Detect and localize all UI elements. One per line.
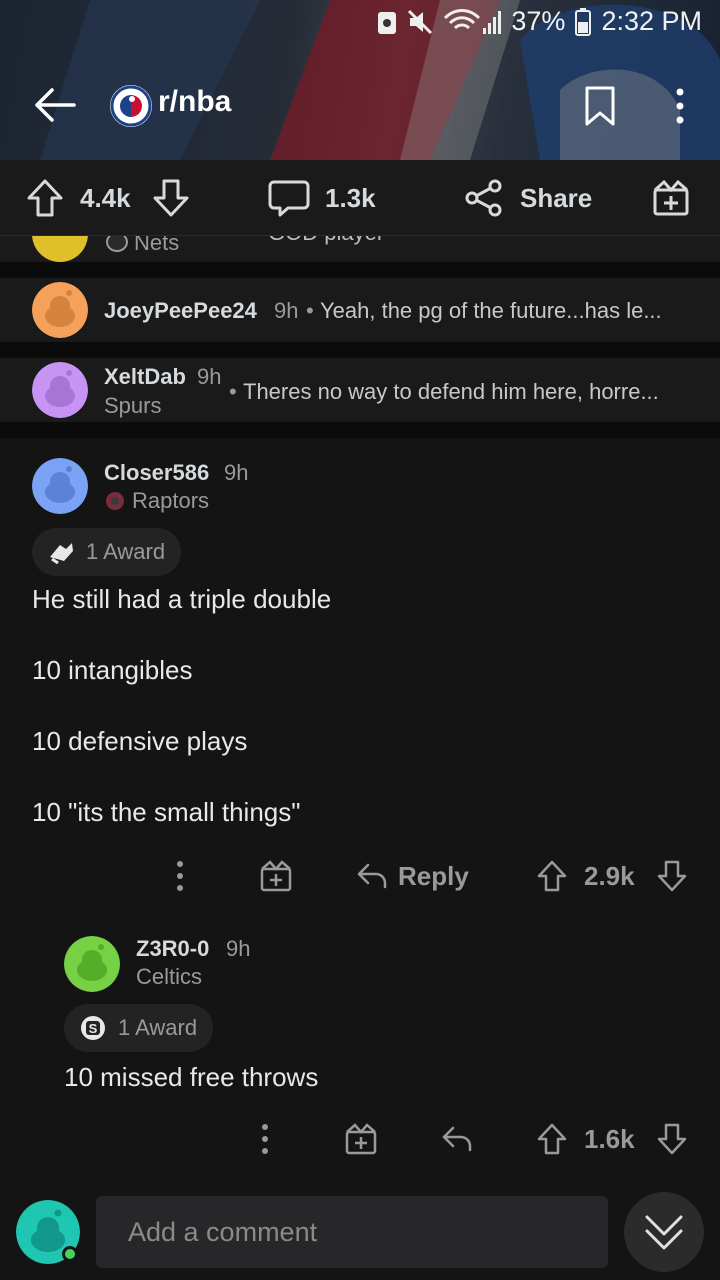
comment-snippet: Yeah, the pg of the future...has le...: [320, 298, 662, 323]
share-icon[interactable]: [464, 160, 504, 236]
comment-age: 9h: [274, 298, 299, 323]
downvote-icon[interactable]: [152, 160, 190, 236]
flair-text: Celtics: [136, 964, 203, 989]
comment-line: He still had a triple double: [32, 584, 332, 614]
separator-dot: •: [306, 298, 314, 323]
back-arrow-icon[interactable]: [30, 82, 80, 128]
wifi-signal-icon: [443, 8, 502, 36]
mute-icon: [407, 9, 433, 35]
award-count: 1 Award: [86, 539, 166, 564]
award-icon: S: [81, 1016, 105, 1040]
reply-label: Reply: [398, 860, 469, 891]
clock: 2:32 PM: [601, 6, 702, 36]
downvote-icon[interactable]: [656, 851, 688, 901]
avatar[interactable]: [32, 458, 88, 514]
scroll-next-button[interactable]: [624, 1192, 704, 1272]
award-icon: [50, 543, 73, 565]
username[interactable]: XeltDab: [104, 364, 186, 390]
battery-percent: 37%: [511, 6, 566, 36]
status-bar: 37% 2:32 PM: [377, 6, 702, 37]
more-icon[interactable]: [166, 851, 194, 901]
comment-input-placeholder: Add a comment: [128, 1216, 318, 1247]
downvote-icon[interactable]: [656, 1114, 688, 1164]
avatar: [32, 236, 88, 262]
username[interactable]: Closer586: [104, 460, 209, 486]
divider: [0, 342, 720, 358]
comment-composer: Add a comment: [0, 1186, 720, 1280]
share-button[interactable]: Share: [520, 160, 592, 236]
divider: [0, 262, 720, 278]
subreddit-icon[interactable]: [110, 85, 152, 127]
comment-input[interactable]: Add a comment: [96, 1196, 608, 1268]
partial-comment: Nets GOD player: [0, 236, 720, 262]
avatar[interactable]: [64, 936, 120, 992]
user-flair: Celtics: [136, 964, 202, 990]
user-flair: Raptors: [104, 488, 209, 514]
subreddit-name[interactable]: r/nba: [158, 85, 231, 119]
comment: Closer586 9h Raptors 1 Award He still ha…: [0, 438, 720, 924]
svg-text:S: S: [89, 1021, 98, 1036]
comment-reply: Z3R0-0 9h Celtics S 1 Award 10 missed fr…: [0, 924, 720, 1186]
gift-icon[interactable]: [260, 851, 292, 901]
chevron-down-icon: [645, 1215, 683, 1250]
comment-line: 10 "its the small things": [32, 797, 301, 827]
upvote-icon[interactable]: [536, 1114, 568, 1164]
comment-age: 9h: [226, 936, 251, 961]
comment-count[interactable]: 1.3k: [325, 160, 376, 236]
upvote-icon[interactable]: [26, 160, 64, 236]
separator-dot: •: [229, 379, 237, 404]
subreddit-header: 37% 2:32 PM r/nba: [0, 0, 720, 160]
notification-icon: [377, 9, 397, 35]
more-icon[interactable]: [665, 84, 695, 128]
comment-icon[interactable]: [268, 160, 310, 236]
username[interactable]: Z3R0-0: [136, 936, 209, 962]
battery-icon: [575, 7, 592, 36]
gift-icon[interactable]: [652, 160, 690, 236]
comment-actions: 1.6k: [0, 1114, 720, 1164]
reply-icon[interactable]: [441, 1114, 473, 1164]
bookmark-icon[interactable]: [582, 84, 618, 128]
comment-score: 2.9k: [584, 860, 635, 891]
post-score: 4.4k: [80, 182, 131, 213]
divider: [0, 422, 720, 438]
reply-button[interactable]: Reply: [356, 851, 469, 901]
flair-text: Raptors: [132, 488, 210, 513]
nets-flair-icon: [106, 236, 128, 252]
comment-line: 10 intangibles: [32, 655, 193, 685]
comment-score: 1.6k: [584, 1123, 635, 1154]
comment-actions: Reply 2.9k: [0, 851, 720, 901]
collapsed-comment[interactable]: XeltDab 9h Spurs • Theres no way to defe…: [0, 358, 720, 422]
post-action-bar: 4.4k 1.3k Share: [0, 160, 720, 236]
avatar: [32, 362, 88, 418]
comment-body: He still had a triple double 10 intangib…: [32, 564, 331, 848]
comment-age: 9h: [224, 460, 249, 485]
upvote-icon[interactable]: [536, 851, 568, 901]
award-count: 1 Award: [118, 1015, 198, 1040]
top-navigation: r/nba: [0, 70, 720, 140]
comment-body: 10 missed free throws: [64, 1062, 319, 1092]
reply-icon: [357, 863, 387, 889]
gift-icon[interactable]: [345, 1114, 377, 1164]
online-status-dot: [62, 1246, 78, 1262]
comment-age: 9h: [197, 364, 222, 389]
flair-text: Nets: [134, 236, 180, 255]
more-icon[interactable]: [251, 1114, 279, 1164]
comment-snippet: Theres no way to defend him here, horre.…: [243, 379, 659, 404]
raptors-flair-icon: [106, 492, 124, 510]
username[interactable]: JoeyPeePee24: [104, 298, 257, 324]
avatar: [32, 282, 88, 338]
collapsed-comment[interactable]: JoeyPeePee24 9h • Yeah, the pg of the fu…: [0, 278, 720, 342]
comment-line: 10 defensive plays: [32, 726, 248, 756]
user-flair: Spurs: [104, 393, 162, 418]
partial-text: GOD player: [268, 236, 384, 246]
